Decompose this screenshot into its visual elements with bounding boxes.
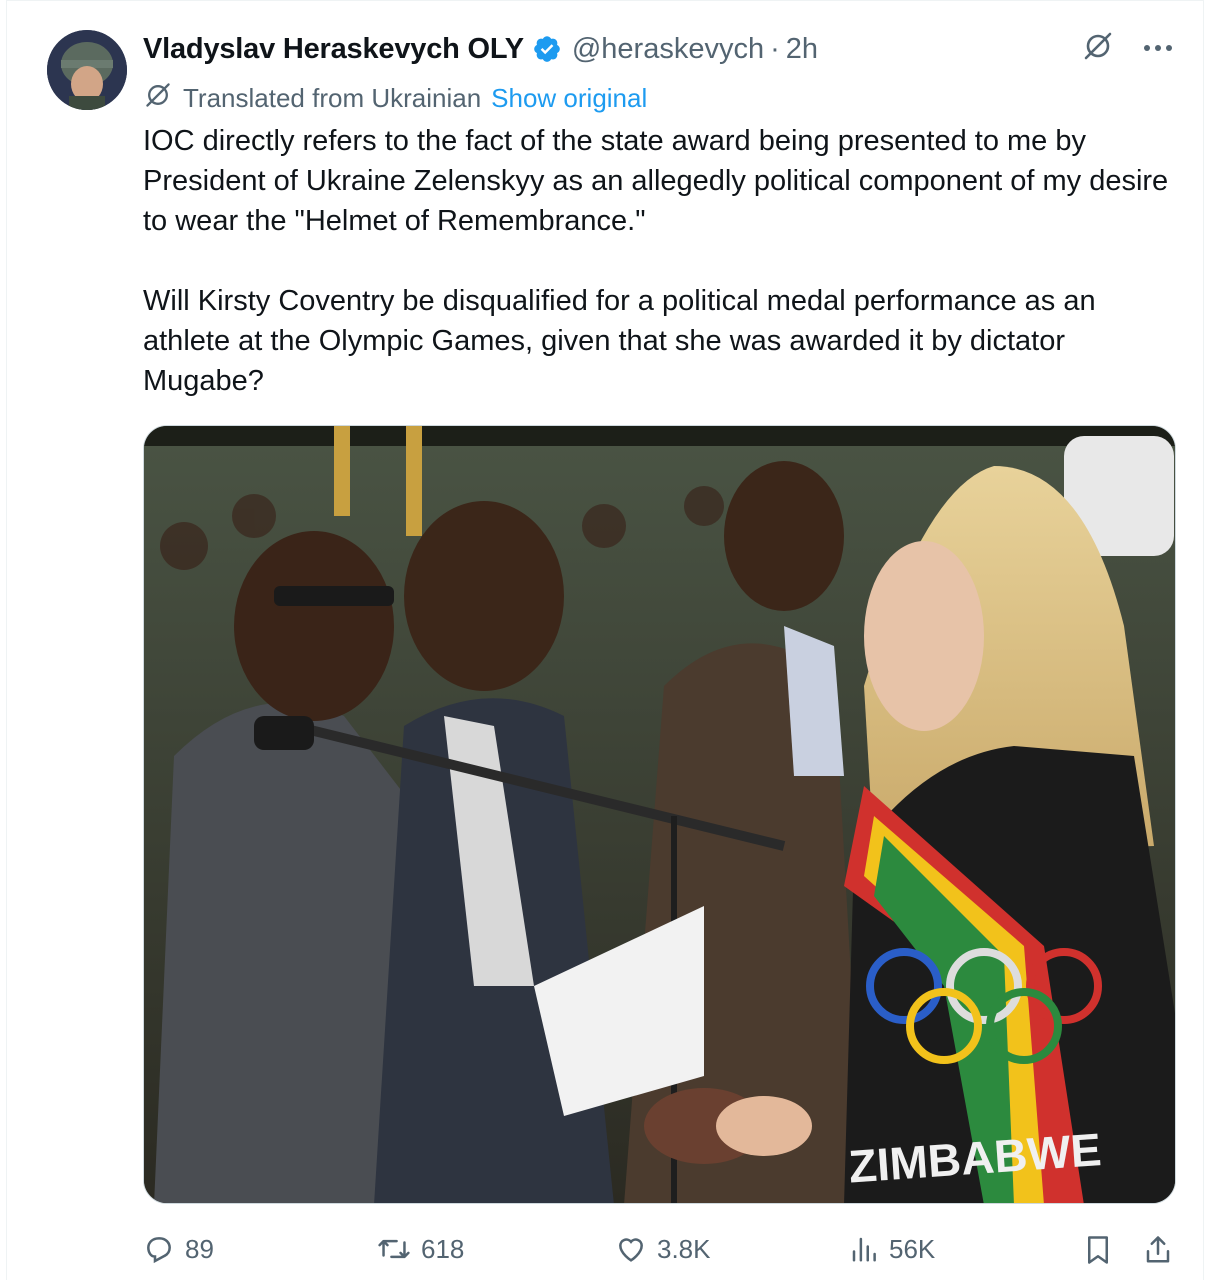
like-button[interactable]: 3.8K [615, 1233, 711, 1265]
translate-icon [143, 80, 173, 117]
tweet-paragraph-2: Will Kirsty Coventry be disqualified for… [143, 285, 1096, 397]
more-options-icon[interactable] [1143, 40, 1173, 58]
like-icon [619, 1238, 643, 1262]
author-avatar[interactable] [47, 30, 127, 110]
share-button[interactable] [1143, 1233, 1183, 1267]
translation-notice: Translated from Ukrainian Show original [143, 80, 647, 117]
like-count: 3.8K [657, 1233, 711, 1264]
tweet-text: IOC directly refers to the fact of the s… [143, 121, 1183, 401]
translation-label: Translated from Ukrainian [183, 83, 482, 113]
tweet-actions: 89 618 3.8K 56K [143, 1233, 1183, 1273]
reply-icon [147, 1237, 171, 1264]
tweet-timestamp[interactable]: 2h [786, 33, 818, 66]
author-handle[interactable]: @heraskevych [572, 33, 764, 66]
photo-illustration: ZIMBABWE [144, 426, 1175, 1203]
repost-count: 618 [421, 1233, 465, 1264]
repost-icon [378, 1239, 410, 1259]
repost-button[interactable]: 618 [377, 1233, 464, 1265]
tweet-photo[interactable]: ZIMBABWE [143, 425, 1176, 1204]
avatar-image [47, 30, 127, 110]
tweet-card[interactable]: Vladyslav Heraskevych OLY @heraskevych ·… [6, 0, 1204, 1280]
views-button[interactable]: 56K [849, 1233, 935, 1265]
reply-button[interactable]: 89 [143, 1233, 214, 1265]
verified-badge-icon[interactable] [532, 34, 562, 64]
view-count: 56K [889, 1233, 936, 1264]
bookmark-icon [1088, 1236, 1108, 1264]
reply-count: 89 [185, 1233, 214, 1264]
bookmark-button[interactable] [1083, 1233, 1123, 1267]
top-actions [1081, 29, 1173, 68]
separator-dot: · [770, 32, 780, 65]
views-icon [852, 1237, 876, 1262]
share-icon [1146, 1236, 1170, 1263]
show-original-link[interactable]: Show original [491, 83, 647, 114]
author-name[interactable]: Vladyslav Heraskevych OLY [143, 33, 524, 66]
tweet-paragraph-1: IOC directly refers to the fact of the s… [143, 125, 1169, 237]
grok-icon[interactable] [1081, 29, 1115, 68]
tweet-header: Vladyslav Heraskevych OLY @heraskevych ·… [143, 29, 818, 69]
